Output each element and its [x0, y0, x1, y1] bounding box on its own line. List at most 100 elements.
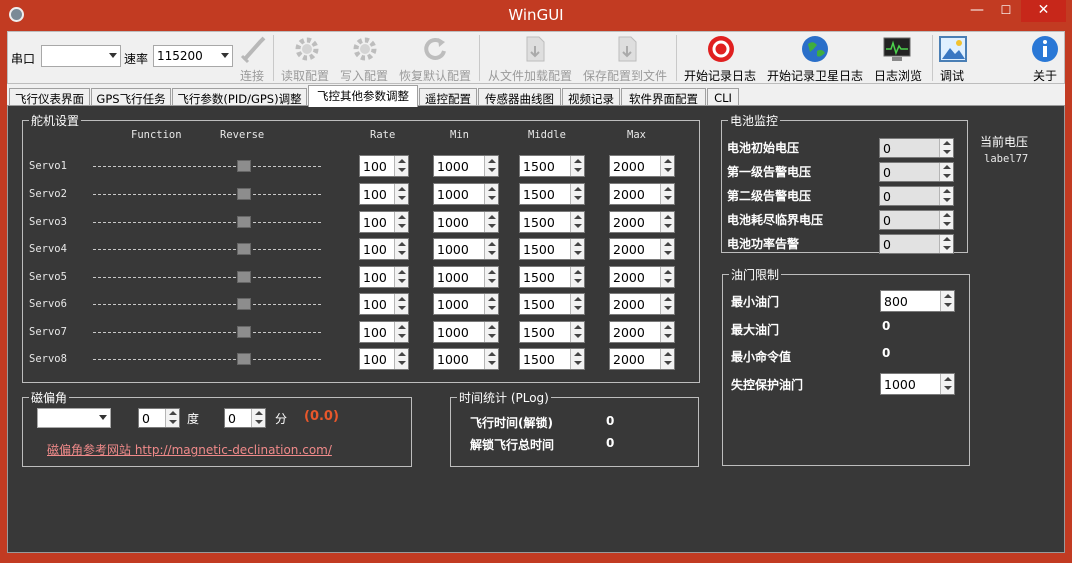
- stepper-arrows[interactable]: [660, 294, 674, 314]
- battery-setting-stepper[interactable]: 0: [879, 210, 954, 230]
- tab-ui-config[interactable]: 软件界面配置: [621, 88, 706, 106]
- max-stepper[interactable]: 2000: [609, 155, 675, 177]
- stepper-arrows[interactable]: [570, 349, 584, 369]
- stepper-arrows[interactable]: [940, 374, 954, 394]
- close-button[interactable]: ✕: [1021, 0, 1066, 22]
- stepper-arrows[interactable]: [394, 212, 408, 232]
- tab-video-record[interactable]: 视频记录: [562, 88, 620, 106]
- stepper-arrows[interactable]: [939, 187, 953, 205]
- middle-stepper[interactable]: 1500: [519, 321, 585, 343]
- stepper-arrows[interactable]: [570, 156, 584, 176]
- declination-minute-stepper[interactable]: 0: [224, 408, 266, 428]
- reverse-slider-thumb[interactable]: [237, 298, 251, 310]
- minimize-button[interactable]: —: [964, 0, 990, 22]
- min-throttle-stepper[interactable]: 800: [880, 290, 955, 312]
- middle-stepper[interactable]: 1500: [519, 155, 585, 177]
- battery-setting-stepper[interactable]: 0: [879, 162, 954, 182]
- stepper-arrows[interactable]: [940, 291, 954, 311]
- reverse-slider-thumb[interactable]: [237, 353, 251, 365]
- stepper-arrows[interactable]: [484, 267, 498, 287]
- stepper-arrows[interactable]: [939, 235, 953, 253]
- stepper-arrows[interactable]: [660, 349, 674, 369]
- min-stepper[interactable]: 1000: [433, 293, 499, 315]
- max-stepper[interactable]: 2000: [609, 238, 675, 260]
- stepper-arrows[interactable]: [484, 184, 498, 204]
- middle-stepper[interactable]: 1500: [519, 211, 585, 233]
- stepper-arrows[interactable]: [939, 163, 953, 181]
- stepper-arrows[interactable]: [660, 267, 674, 287]
- min-stepper[interactable]: 1000: [433, 266, 499, 288]
- stepper-arrows[interactable]: [394, 239, 408, 259]
- battery-setting-stepper[interactable]: 0: [879, 186, 954, 206]
- max-stepper[interactable]: 2000: [609, 348, 675, 370]
- rate-stepper[interactable]: 100: [359, 348, 409, 370]
- stepper-arrows[interactable]: [660, 322, 674, 342]
- max-stepper[interactable]: 2000: [609, 293, 675, 315]
- min-stepper[interactable]: 1000: [433, 211, 499, 233]
- stepper-arrows[interactable]: [165, 409, 179, 427]
- middle-stepper[interactable]: 1500: [519, 266, 585, 288]
- rate-select[interactable]: 115200: [153, 45, 233, 67]
- tab-sensor-graphs[interactable]: 传感器曲线图: [478, 88, 561, 106]
- declination-degree-stepper[interactable]: 0: [138, 408, 180, 428]
- middle-stepper[interactable]: 1500: [519, 183, 585, 205]
- min-stepper[interactable]: 1000: [433, 238, 499, 260]
- battery-setting-stepper[interactable]: 0: [879, 234, 954, 254]
- stepper-arrows[interactable]: [484, 239, 498, 259]
- reverse-slider-thumb[interactable]: [237, 216, 251, 228]
- stepper-arrows[interactable]: [394, 156, 408, 176]
- max-stepper[interactable]: 2000: [609, 183, 675, 205]
- declination-direction-select[interactable]: [37, 408, 111, 428]
- rate-stepper[interactable]: 100: [359, 293, 409, 315]
- rate-stepper[interactable]: 100: [359, 211, 409, 233]
- stepper-arrows[interactable]: [660, 239, 674, 259]
- reverse-slider-thumb[interactable]: [237, 188, 251, 200]
- stepper-arrows[interactable]: [570, 239, 584, 259]
- tab-rc-config[interactable]: 遥控配置: [419, 88, 477, 106]
- stepper-arrows[interactable]: [570, 212, 584, 232]
- stepper-arrows[interactable]: [570, 322, 584, 342]
- min-stepper[interactable]: 1000: [433, 155, 499, 177]
- tab-gps-mission[interactable]: GPS飞行任务: [91, 88, 171, 106]
- min-stepper[interactable]: 1000: [433, 321, 499, 343]
- tab-flight-instruments[interactable]: 飞行仪表界面: [9, 88, 90, 106]
- stepper-arrows[interactable]: [394, 184, 408, 204]
- stepper-arrows[interactable]: [251, 409, 265, 427]
- battery-setting-stepper[interactable]: 0: [879, 138, 954, 158]
- stepper-arrows[interactable]: [394, 267, 408, 287]
- min-stepper[interactable]: 1000: [433, 183, 499, 205]
- stepper-arrows[interactable]: [394, 294, 408, 314]
- stepper-arrows[interactable]: [484, 156, 498, 176]
- stepper-arrows[interactable]: [570, 184, 584, 204]
- stepper-arrows[interactable]: [660, 212, 674, 232]
- reverse-slider-thumb[interactable]: [237, 326, 251, 338]
- reverse-slider-thumb[interactable]: [237, 243, 251, 255]
- stepper-arrows[interactable]: [660, 184, 674, 204]
- stepper-arrows[interactable]: [484, 212, 498, 232]
- rate-stepper[interactable]: 100: [359, 183, 409, 205]
- reverse-slider-thumb[interactable]: [237, 271, 251, 283]
- rate-stepper[interactable]: 100: [359, 155, 409, 177]
- stepper-arrows[interactable]: [394, 322, 408, 342]
- max-stepper[interactable]: 2000: [609, 321, 675, 343]
- max-stepper[interactable]: 2000: [609, 266, 675, 288]
- maximize-button[interactable]: ☐: [993, 0, 1019, 22]
- stepper-arrows[interactable]: [394, 349, 408, 369]
- stepper-arrows[interactable]: [939, 211, 953, 229]
- stepper-arrows[interactable]: [570, 267, 584, 287]
- min-stepper[interactable]: 1000: [433, 348, 499, 370]
- rate-stepper[interactable]: 100: [359, 321, 409, 343]
- tab-other-params[interactable]: 飞控其他参数调整: [308, 85, 418, 107]
- reverse-slider-thumb[interactable]: [237, 160, 251, 172]
- rate-stepper[interactable]: 100: [359, 238, 409, 260]
- stepper-arrows[interactable]: [570, 294, 584, 314]
- stepper-arrows[interactable]: [939, 139, 953, 157]
- middle-stepper[interactable]: 1500: [519, 348, 585, 370]
- stepper-arrows[interactable]: [484, 294, 498, 314]
- middle-stepper[interactable]: 1500: [519, 238, 585, 260]
- failsafe-throttle-stepper[interactable]: 1000: [880, 373, 955, 395]
- declination-reference-link[interactable]: 磁偏角参考网站 http://magnetic-declination.com/: [47, 441, 332, 458]
- stepper-arrows[interactable]: [484, 322, 498, 342]
- rate-stepper[interactable]: 100: [359, 266, 409, 288]
- middle-stepper[interactable]: 1500: [519, 293, 585, 315]
